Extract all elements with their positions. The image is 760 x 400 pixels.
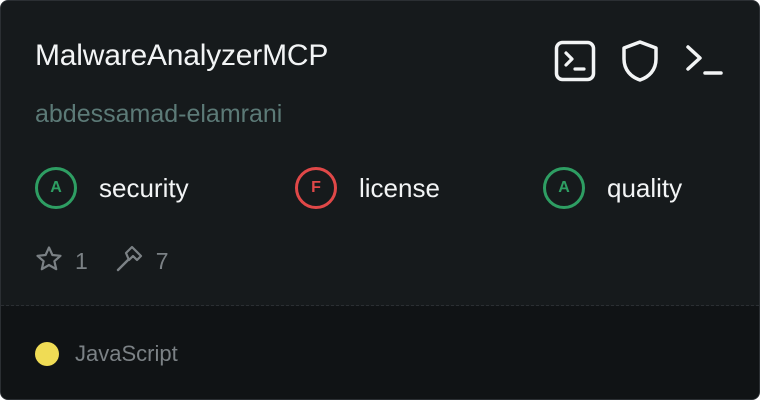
terminal-window-icon[interactable] (554, 40, 596, 87)
shield-icon[interactable] (620, 39, 660, 88)
terminal-prompt-icon[interactable] (684, 40, 724, 87)
star-icon (35, 245, 63, 278)
grade-badge: A (35, 167, 77, 209)
grade-badge: F (295, 167, 337, 209)
license-grade[interactable]: F license (295, 167, 440, 209)
card-footer: JavaScript (1, 306, 759, 399)
grade-label: quality (607, 172, 683, 203)
language-name: JavaScript (75, 341, 178, 366)
server-author[interactable]: abdessamad-elamrani (35, 100, 282, 129)
server-name[interactable]: MalwareAnalyzerMCP (35, 39, 328, 73)
stars-stat[interactable]: 1 (35, 245, 88, 278)
stats-row: 1 7 (35, 244, 195, 279)
grade-label: license (359, 172, 440, 203)
security-grade[interactable]: A security (35, 167, 189, 209)
quality-grade[interactable]: A quality (543, 167, 682, 209)
grade-label: security (99, 172, 189, 203)
stars-count: 1 (75, 248, 88, 274)
tools-stat[interactable]: 7 (114, 244, 169, 279)
grade-badge: A (543, 167, 585, 209)
language-tag: JavaScript (35, 341, 178, 367)
language-color-dot (35, 342, 59, 366)
header-icons (554, 39, 724, 88)
grade-row: A security F license A quality (35, 167, 735, 213)
hammer-icon (114, 244, 144, 279)
tools-count: 7 (155, 248, 169, 274)
server-card[interactable]: MalwareAnalyzerMCP abdessamad-elamrani A… (0, 0, 760, 400)
